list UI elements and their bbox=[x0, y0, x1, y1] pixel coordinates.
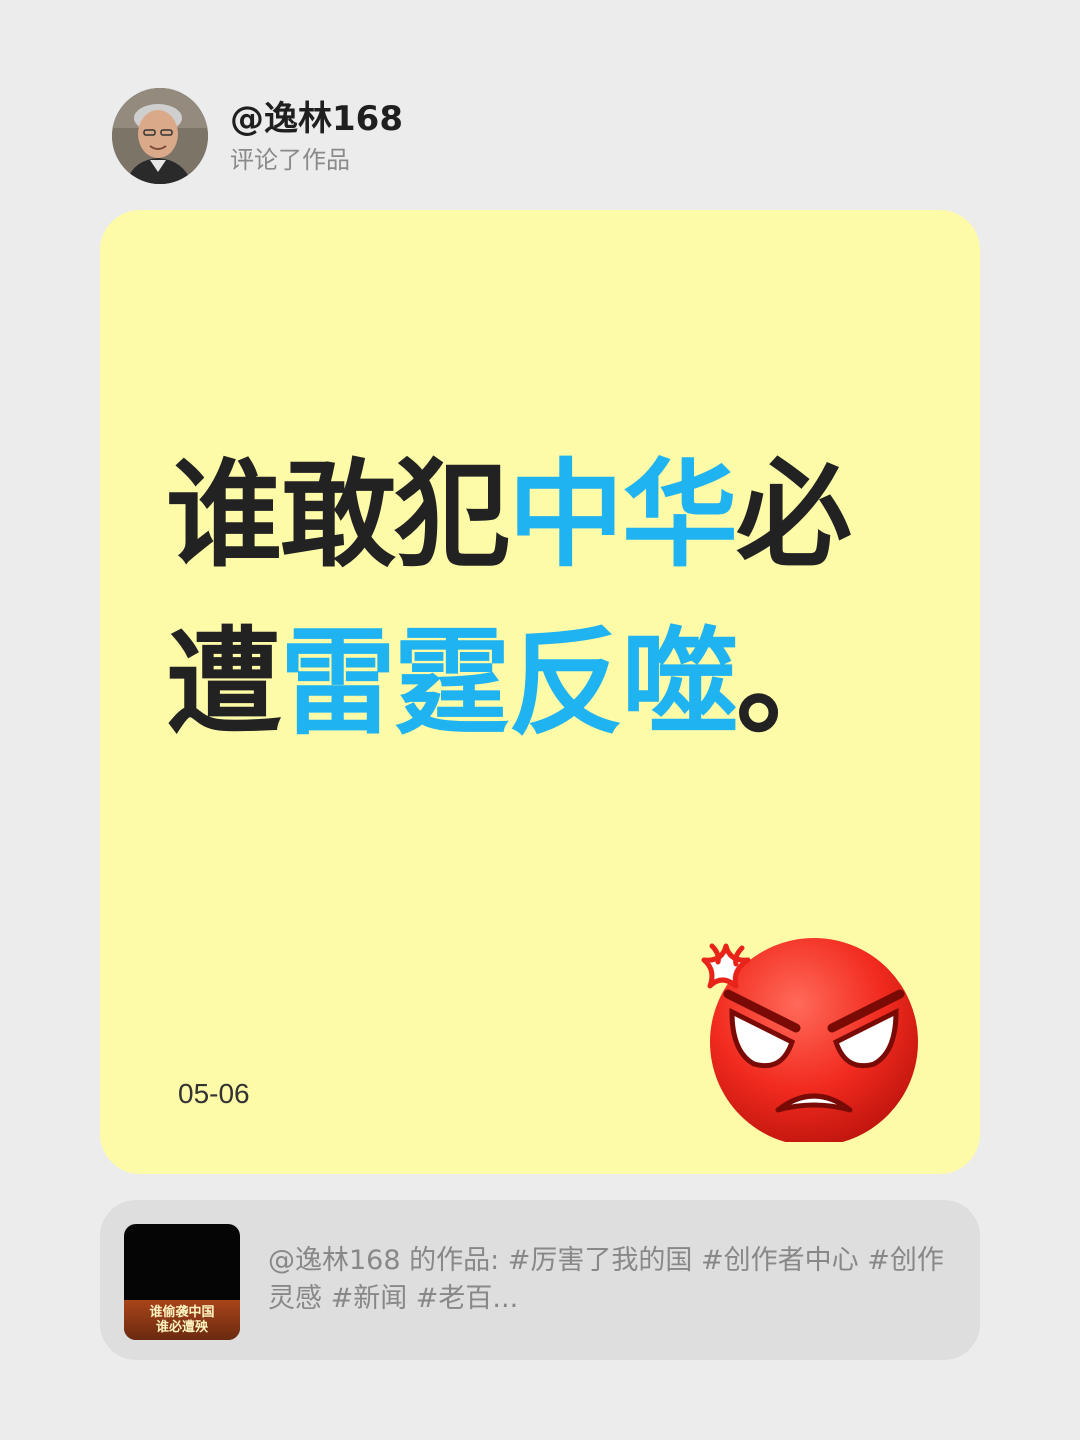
thumbnail-line-1: 谁偷袭中国 bbox=[149, 1305, 215, 1320]
avatar-portrait-icon bbox=[112, 88, 208, 184]
comment-highlight: 雷霆反噬 bbox=[280, 616, 738, 751]
angry-face-icon bbox=[701, 938, 918, 1142]
comment-line-1: 谁敢犯中华必 bbox=[166, 432, 926, 600]
comment-segment: 。 bbox=[736, 616, 852, 751]
thumbnail-line-2: 谁必遭殃 bbox=[155, 1320, 208, 1335]
work-thumbnail[interactable]: 谁偷袭中国 谁必遭殃 bbox=[124, 1224, 240, 1340]
comment-date: 05-06 bbox=[178, 1078, 250, 1109]
work-description[interactable]: @逸林168 的作品: #厉害了我的国 #创作者中心 #创作灵感 #新闻 #老百… bbox=[268, 1242, 948, 1318]
comment-line-2: 遭雷霆反噬。 bbox=[166, 600, 926, 768]
comment-highlight: 中华 bbox=[508, 448, 738, 583]
comment-card[interactable]: 谁敢犯中华必 遭雷霆反噬。 05-06 bbox=[100, 210, 980, 1174]
comment-segment: 遭 bbox=[166, 616, 282, 751]
thumbnail-caption: 谁偷袭中国 谁必遭殃 bbox=[124, 1300, 240, 1340]
comment-header: @逸林168 评论了作品 bbox=[112, 88, 403, 184]
shared-work[interactable]: 谁偷袭中国 谁必遭殃 @逸林168 的作品: #厉害了我的国 #创作者中心 #创… bbox=[100, 1200, 980, 1360]
comment-text: 谁敢犯中华必 遭雷霆反噬。 bbox=[166, 432, 926, 768]
username[interactable]: @逸林168 bbox=[230, 97, 403, 141]
action-label: 评论了作品 bbox=[230, 146, 350, 174]
comment-segment: 必 bbox=[736, 448, 852, 583]
comment-segment: 谁敢犯 bbox=[166, 448, 510, 583]
avatar[interactable] bbox=[112, 88, 208, 184]
